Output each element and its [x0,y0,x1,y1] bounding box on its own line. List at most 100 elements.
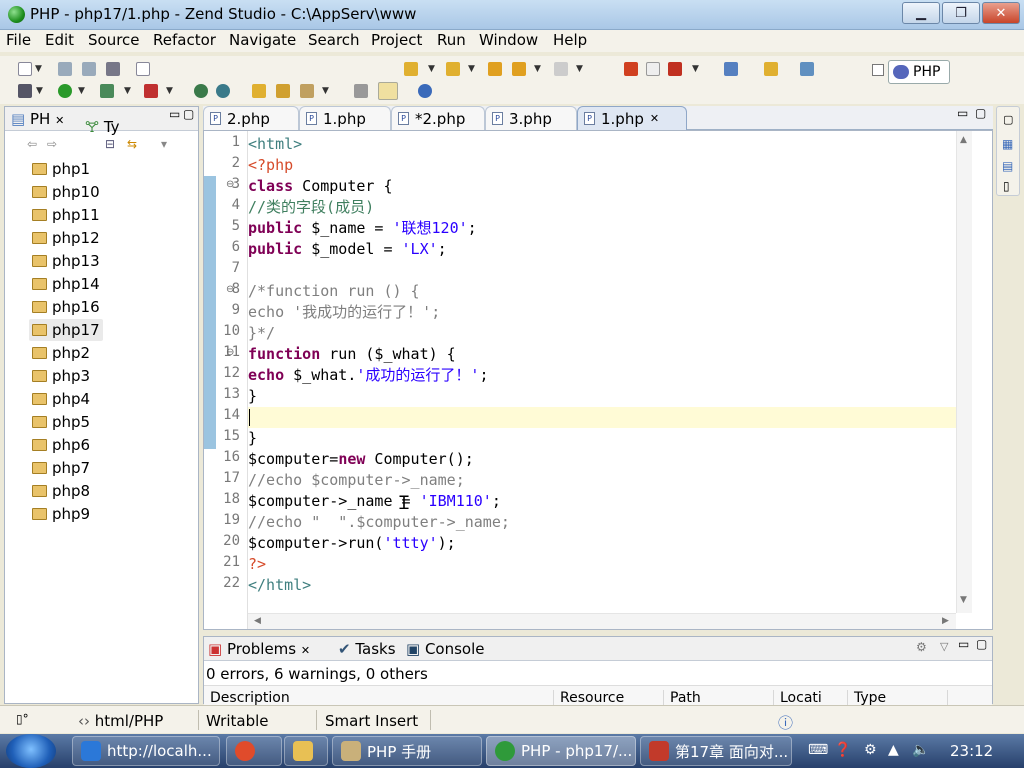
taskbar-ie[interactable]: http://localh... [72,736,220,766]
chevron-down-icon[interactable]: ▼ [166,86,173,96]
server-icon[interactable] [216,84,230,98]
back-icon[interactable] [512,62,526,76]
minimize-view-icon[interactable]: ▭ [169,107,180,121]
external-tools-icon[interactable] [144,84,158,98]
chevron-down-icon[interactable]: ▼ [35,64,42,74]
view-menu-icon[interactable]: ▾ [161,137,167,151]
tree-item[interactable]: php2 [29,342,93,364]
menu-file[interactable]: File [6,31,31,49]
maximize-button[interactable]: ❐ [942,2,980,24]
tree-item[interactable]: php14 [29,273,103,295]
start-button[interactable] [6,734,56,768]
taskbar-php-manual[interactable]: PHP 手册 [332,736,482,766]
tab-php-explorer[interactable]: ▤ PH ✕ [11,110,64,128]
forward-arrow-icon[interactable]: ⇨ [47,137,57,151]
scroll-up-icon[interactable]: ▲ [960,135,967,145]
last-edit-icon[interactable] [488,62,502,76]
code-editor[interactable]: 1 2 3 ⊖ 4 5 6 7 8 ⊖ 9 10 11 ⊖ 12 13 14 1… [203,130,993,630]
chevron-down-icon[interactable]: ▼ [428,64,435,74]
maximize-view-icon[interactable]: ▢ [183,107,194,121]
vertical-scrollbar[interactable]: ▲ ▼ [956,131,972,613]
minimize-button[interactable]: ▁ [902,2,940,24]
chevron-down-icon[interactable]: ▼ [322,86,329,96]
open-project-icon[interactable] [276,84,290,98]
fold-icon[interactable]: ⊖ [226,284,234,295]
tab-3php[interactable]: P 3.php [485,106,577,130]
chevron-down-icon[interactable]: ▼ [534,64,541,74]
tree-item-selected[interactable]: php17 [29,319,103,341]
close-button[interactable]: ✕ [982,2,1020,24]
tree-item[interactable]: php3 [29,365,93,387]
view-menu-icon[interactable]: ▽ [940,640,948,653]
print-icon[interactable] [106,62,120,76]
menu-refactor[interactable]: Refactor [153,31,216,49]
browser-globe-icon[interactable] [418,84,432,98]
taskbar-explorer[interactable] [284,736,328,766]
next-annotation-icon[interactable] [404,62,418,76]
menu-run[interactable]: Run [437,31,466,49]
tree-item[interactable]: php8 [29,480,93,502]
taskbar-zend-studio[interactable]: PHP - php17/... [486,736,636,766]
progress-icon[interactable]: ⓘ [778,712,793,733]
keyboard-icon[interactable]: ⌨ [808,742,828,758]
zend-icon[interactable] [800,62,814,76]
scroll-right-icon[interactable]: ▶ [942,616,949,626]
fast-view-icon[interactable]: ▯° [16,712,29,726]
new-php-file-icon[interactable] [136,62,150,76]
open-perspective-icon[interactable] [872,64,884,76]
globe-icon[interactable] [194,84,208,98]
new-file-icon[interactable] [18,62,32,76]
filter-icon[interactable]: ⚙ [916,640,927,654]
hierarchy-icon[interactable]: ▤ [1002,159,1013,173]
restore-view-icon[interactable]: ▢ [1003,113,1013,126]
menu-help[interactable]: Help [553,31,587,49]
debug-gear-icon[interactable] [18,84,32,98]
tree-item[interactable]: php11 [29,204,103,226]
tree-item[interactable]: php1 [29,158,93,180]
menu-navigate[interactable]: Navigate [229,31,296,49]
fold-icon[interactable]: ⊖ [226,347,234,358]
scroll-left-icon[interactable]: ◀ [254,616,261,626]
maximize-view-icon[interactable]: ▢ [975,106,986,120]
horizontal-scrollbar[interactable]: ◀ ▶ [248,613,956,629]
bookmark-icon[interactable] [764,62,778,76]
back-arrow-icon[interactable]: ⇦ [27,137,37,151]
blank-icon[interactable] [646,62,660,76]
tree-item[interactable]: php4 [29,388,93,410]
close-icon[interactable]: ✕ [301,644,310,657]
tool-icon[interactable] [668,62,682,76]
show-hidden-icon[interactable]: ▲ [888,742,899,758]
menu-edit[interactable]: Edit [45,31,74,49]
minimize-view-icon[interactable]: ▭ [957,106,968,120]
close-icon[interactable]: ✕ [650,112,659,125]
mark-occurrences-icon[interactable] [378,82,398,100]
tree-item[interactable]: php9 [29,503,93,525]
minimize-view-icon[interactable]: ▭ [958,637,969,651]
taskbar-chrome[interactable] [226,736,282,766]
tab-1php-active[interactable]: P 1.php ✕ [577,106,687,130]
menu-window[interactable]: Window [479,31,538,49]
save-all-icon[interactable] [82,62,96,76]
help-icon[interactable]: ❓ [834,742,851,758]
prev-annotation-icon[interactable] [446,62,460,76]
run-icon[interactable] [58,84,72,98]
chevron-down-icon[interactable]: ▼ [124,86,131,96]
window-icon[interactable] [724,62,738,76]
menu-project[interactable]: Project [371,31,422,49]
php-perspective-button[interactable]: PHP [888,60,950,84]
tab-console[interactable]: ▣ Console [406,640,485,658]
tree-item[interactable]: php16 [29,296,103,318]
wand-icon[interactable] [300,84,314,98]
settings-icon[interactable]: ⚙ [864,742,877,758]
notes-icon[interactable]: ▯ [1003,179,1010,193]
menu-source[interactable]: Source [88,31,140,49]
forward-icon[interactable] [554,62,568,76]
link-editor-icon[interactable]: ⇆ [127,137,137,151]
close-icon[interactable]: ✕ [55,114,64,127]
tree-item[interactable]: php6 [29,434,93,456]
tab-2php[interactable]: P 2.php [203,106,299,130]
menu-search[interactable]: Search [308,31,360,49]
collapse-all-icon[interactable]: ⊟ [105,137,115,151]
tree-item[interactable]: php7 [29,457,93,479]
chevron-down-icon[interactable]: ▼ [36,86,43,96]
